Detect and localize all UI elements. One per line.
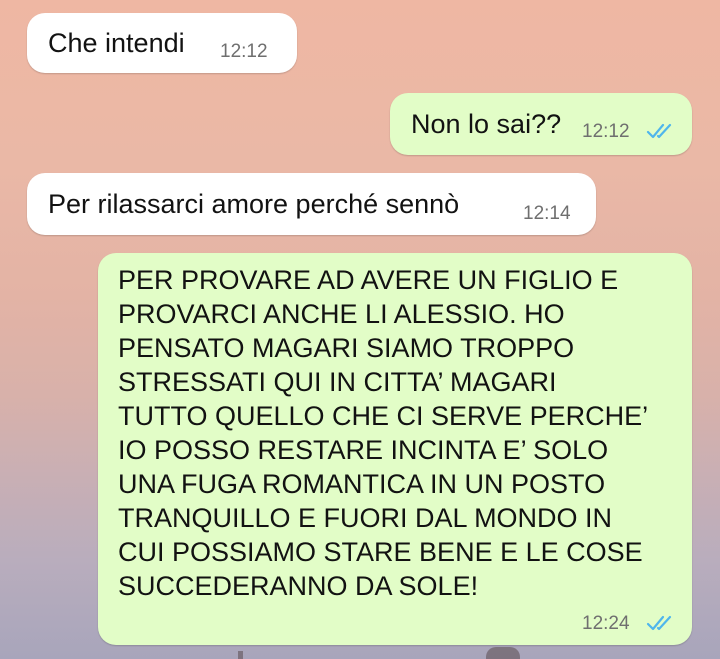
message-text: Non lo sai??: [411, 109, 562, 139]
message-time: 12:14: [523, 203, 571, 224]
outgoing-message-bubble[interactable]: PER PROVARE AD AVERE UN FIGLIO E PROVARC…: [98, 253, 692, 645]
message-line: TRANQUILLO E FUORI DAL MONDO IN: [118, 503, 613, 533]
message-line: TUTTO QUELLO CHE CI SERVE PERCHE’: [118, 401, 649, 431]
message-line: PENSATO MAGARI SIAMO TROPPO: [118, 333, 575, 363]
wallpaper-silhouette: [238, 651, 243, 659]
message-time: 12:24: [582, 613, 630, 634]
message-text-block: PER PROVARE AD AVERE UN FIGLIO E PROVARC…: [118, 263, 648, 603]
message-time: 12:12: [220, 41, 268, 62]
message-text: Per rilassarci amore perché sennò: [48, 189, 460, 219]
outgoing-message-bubble[interactable]: Non lo sai?? 12:12: [390, 93, 692, 155]
wallpaper-silhouette: [486, 647, 520, 659]
message-line: SUCCEDERANNO DA SOLE!: [118, 571, 479, 601]
incoming-message-bubble[interactable]: Per rilassarci amore perché sennò 12:14: [27, 173, 596, 235]
message-line: UNA FUGA ROMANTICA IN UN POSTO: [118, 469, 606, 499]
double-check-icon: [646, 123, 672, 139]
message-line: CUI POSSIAMO STARE BENE E LE COSE: [118, 537, 643, 567]
chat-area: Che intendi 12:12 Non lo sai?? 12:12 Per…: [0, 0, 720, 659]
incoming-message-bubble[interactable]: Che intendi 12:12: [27, 13, 297, 73]
message-line: PROVARCI ANCHE LI ALESSIO. HO: [118, 299, 565, 329]
message-line: IO POSSO RESTARE INCINTA E’ SOLO: [118, 435, 609, 465]
message-text: Che intendi: [48, 28, 185, 58]
message-line: PER PROVARE AD AVERE UN FIGLIO E: [118, 265, 619, 295]
double-check-icon: [646, 615, 672, 631]
message-line: STRESSATI QUI IN CITTA’ MAGARI: [118, 367, 557, 397]
message-time: 12:12: [582, 121, 630, 142]
